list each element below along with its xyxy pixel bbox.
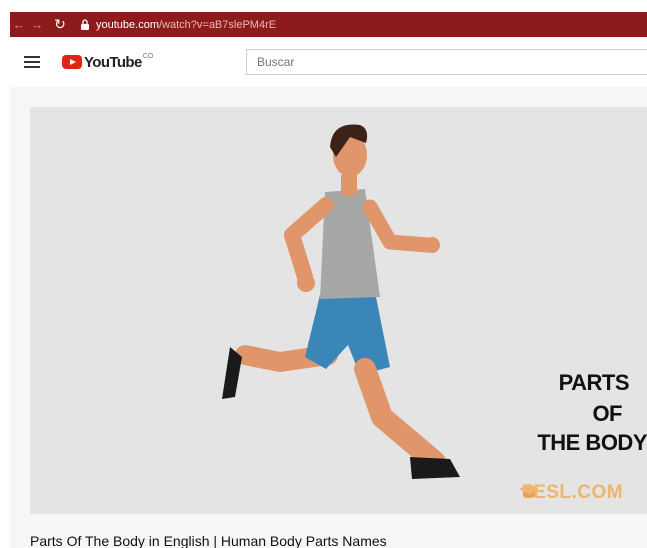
hamburger-menu-icon[interactable] xyxy=(24,56,40,68)
youtube-logo[interactable]: YouTube CO xyxy=(62,52,154,71)
thumbnail-text-line-1: PARTS xyxy=(558,370,630,395)
reload-icon[interactable]: ↻ xyxy=(52,16,68,33)
thumbnail-text-line-2: OF xyxy=(592,401,622,426)
url-host: youtube.com xyxy=(96,18,159,31)
lock-icon xyxy=(81,19,89,30)
thumbnail-watermark: 7ESL.COM xyxy=(518,482,623,504)
browser-address-bar: ← → ↻ youtube.com/watch?v=aB7slePM4rE xyxy=(10,12,647,37)
arrow-right-icon[interactable]: → xyxy=(28,17,46,32)
url-field[interactable]: youtube.com/watch?v=aB7slePM4rE xyxy=(96,19,276,31)
thumbnail-text-line-3: THE BODY xyxy=(537,430,647,455)
video-title: Parts Of The Body in English | Human Bod… xyxy=(30,533,387,548)
youtube-header: YouTube CO xyxy=(10,37,647,87)
search-input[interactable] xyxy=(246,49,647,75)
graduation-cap-icon xyxy=(519,484,539,498)
video-player[interactable]: PARTS OF THE BODY 7ESL.COM xyxy=(30,107,647,514)
url-path: /watch?v=aB7slePM4rE xyxy=(158,18,277,31)
logo-text: YouTube xyxy=(84,53,142,71)
arrow-left-icon[interactable]: ← xyxy=(10,17,28,32)
country-code: CO xyxy=(142,52,154,60)
youtube-play-icon xyxy=(62,55,82,69)
